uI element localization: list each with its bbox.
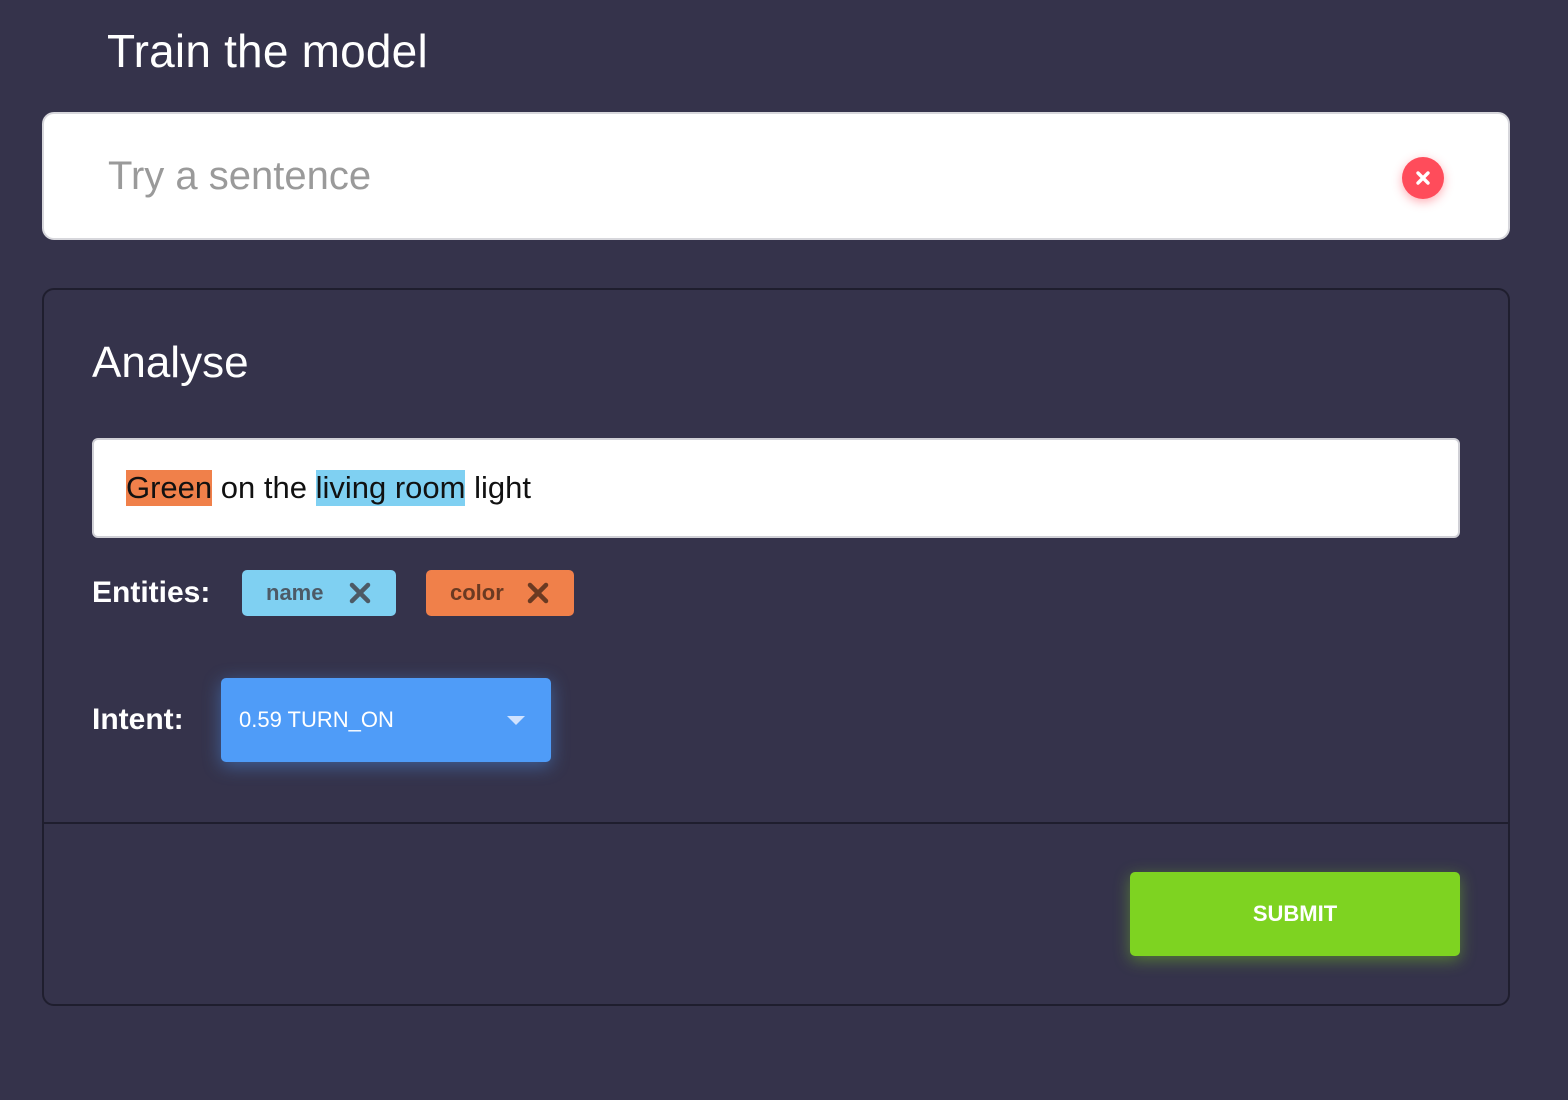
annotated-sentence[interactable]: Green on the living room light: [92, 438, 1460, 538]
entity-highlight-name[interactable]: living room: [315, 470, 466, 506]
entity-tag-name[interactable]: name: [242, 570, 396, 616]
analyse-title: Analyse: [92, 338, 249, 387]
intent-dropdown[interactable]: 0.59 TURN_ON: [221, 678, 551, 762]
page-title: Train the model: [107, 25, 428, 77]
sentence-text: light: [465, 470, 531, 505]
clear-button[interactable]: [1402, 157, 1444, 199]
intent-label: Intent:: [92, 703, 184, 736]
try-sentence-input[interactable]: [108, 144, 1368, 208]
entity-tag-label: color: [450, 580, 504, 605]
entity-highlight-color[interactable]: Green: [126, 470, 213, 506]
entities-label: Entities:: [92, 576, 211, 609]
close-icon[interactable]: [348, 581, 372, 605]
entity-tag-color[interactable]: color: [426, 570, 574, 616]
panel-divider: [44, 822, 1508, 824]
analyse-panel: Analyse Green on the living room light E…: [42, 288, 1510, 1006]
close-circle-icon: [1416, 171, 1430, 185]
entity-tag-label: name: [266, 580, 324, 605]
sentence-input-container: [42, 112, 1510, 240]
submit-button[interactable]: SUBMIT: [1130, 872, 1460, 956]
close-icon[interactable]: [526, 581, 550, 605]
chevron-down-icon: [507, 716, 525, 725]
intent-selected-value: 0.59 TURN_ON: [239, 707, 394, 732]
sentence-text: on the: [212, 470, 316, 505]
